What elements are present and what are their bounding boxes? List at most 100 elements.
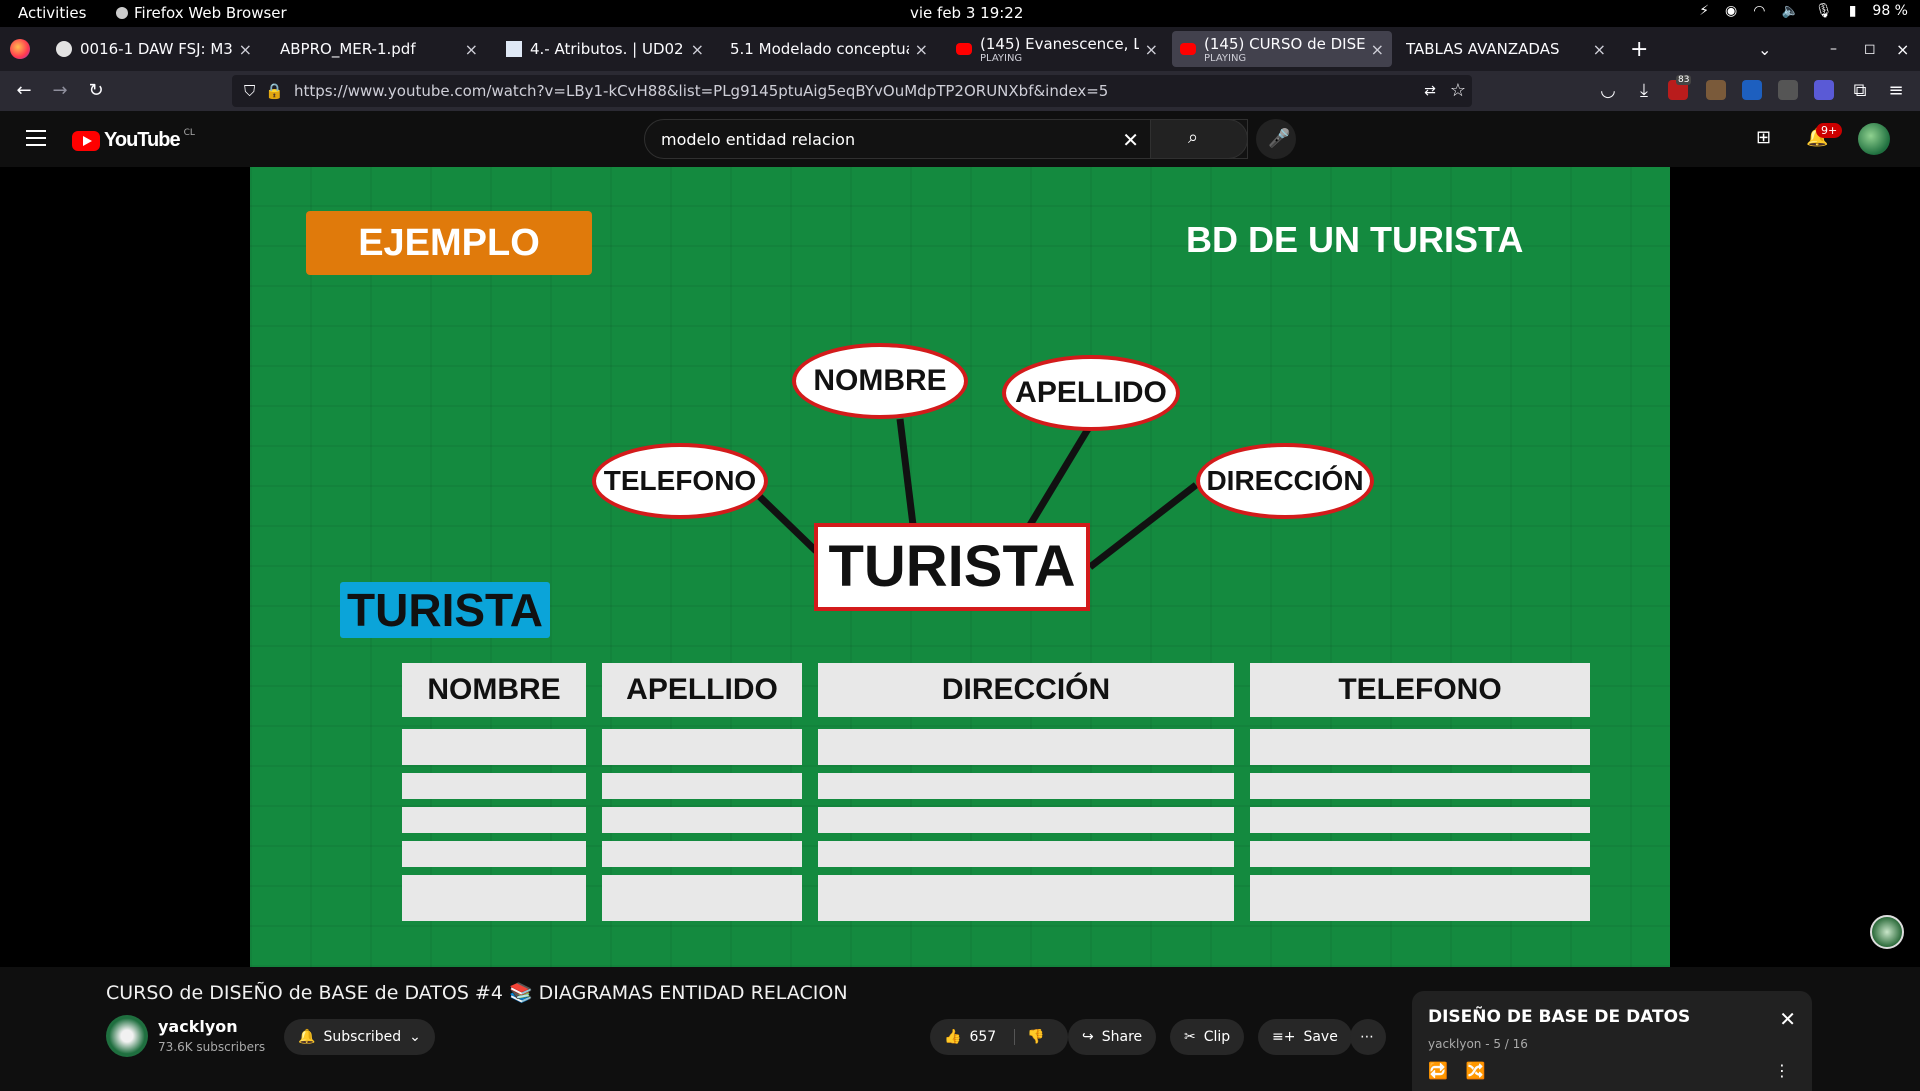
- table-cell: [602, 875, 802, 921]
- tab-label: ABPRO_MER-1.pdf: [280, 40, 416, 58]
- guide-menu-icon[interactable]: [26, 130, 46, 146]
- share-button[interactable]: ↪ Share: [1068, 1019, 1157, 1055]
- tab-modelado[interactable]: 5.1 Modelado conceptual de ×: [722, 31, 936, 67]
- voice-search-button[interactable]: 🎤: [1256, 119, 1296, 159]
- back-button[interactable]: ←: [12, 79, 36, 103]
- like-icon[interactable]: 👍: [944, 1029, 961, 1045]
- close-playlist-icon[interactable]: ✕: [1779, 1007, 1796, 1031]
- account-avatar[interactable]: [1858, 123, 1890, 155]
- dislike-icon[interactable]: 👎: [1014, 1029, 1045, 1045]
- video-player[interactable]: EJEMPLO BD DE UN TURISTA NOMBRE APELLIDO…: [0, 167, 1920, 967]
- youtube-logo[interactable]: YouTube CL: [72, 128, 195, 152]
- channel-name[interactable]: yacklyon: [158, 1017, 238, 1036]
- extension-icon[interactable]: [1706, 80, 1726, 100]
- extension-icon[interactable]: [1742, 80, 1762, 100]
- entity-turista: TURISTA: [814, 523, 1090, 611]
- close-icon[interactable]: ×: [1145, 40, 1158, 59]
- tab-label: TABLAS AVANZADAS: [1406, 40, 1560, 58]
- clock[interactable]: vie feb 3 19:22: [910, 4, 1023, 22]
- moodle-icon: [56, 41, 72, 57]
- channel-watermark[interactable]: [1870, 915, 1904, 949]
- new-tab-button[interactable]: +: [1622, 31, 1656, 67]
- table-cell: [1250, 729, 1590, 765]
- shuffle-icon[interactable]: 🔀: [1466, 1061, 1486, 1080]
- tab-curso-diseno[interactable]: (145) CURSO de DISEÑOPLAYING ×: [1172, 31, 1392, 67]
- table-header: TELEFONO: [1250, 663, 1590, 717]
- app-name: Firefox Web Browser: [134, 4, 287, 22]
- downloads-icon[interactable]: ⤓: [1632, 79, 1656, 103]
- maximize-button[interactable]: ◻: [1856, 31, 1884, 67]
- chevron-down-icon: ⌄: [409, 1029, 421, 1045]
- table-cell: [1250, 807, 1590, 833]
- close-icon[interactable]: ×: [915, 40, 928, 59]
- table-cell: [818, 875, 1234, 921]
- save-label: Save: [1303, 1029, 1338, 1045]
- table-cell: [818, 807, 1234, 833]
- subscriber-count: 73.6K subscribers: [158, 1040, 266, 1054]
- tab-tablas[interactable]: TABLAS AVANZADAS ×: [1398, 31, 1614, 67]
- shield-icon[interactable]: ⛉: [244, 82, 255, 100]
- tab-pdf[interactable]: ABPRO_MER-1.pdf ×: [272, 31, 486, 67]
- close-icon[interactable]: ×: [1371, 40, 1384, 59]
- lock-icon[interactable]: 🔒: [265, 82, 284, 100]
- playlist-title[interactable]: DISEÑO DE BASE DE DATOS: [1428, 1007, 1690, 1027]
- menu-icon[interactable]: ≡: [1884, 79, 1908, 103]
- list-tabs-icon[interactable]: ⌄: [1750, 31, 1779, 67]
- url-text[interactable]: https://www.youtube.com/watch?v=LBy1-kCv…: [294, 82, 1108, 100]
- save-button[interactable]: ≡+ Save: [1258, 1019, 1352, 1055]
- tab-label: (145) Evanescence, LinkinPLAYING: [980, 34, 1139, 64]
- url-bar[interactable]: ⛉ 🔒 https://www.youtube.com/watch?v=LBy1…: [232, 75, 1472, 107]
- system-top-bar: Activities Firefox Web Browser vie feb 3…: [0, 0, 1920, 27]
- logo-text: YouTube: [104, 129, 181, 151]
- bookmark-star-icon[interactable]: ☆: [1446, 79, 1470, 103]
- table-cell: [402, 841, 586, 867]
- reload-button[interactable]: ↻: [84, 79, 108, 103]
- youtube-icon: [956, 43, 972, 55]
- table-cell: [402, 875, 586, 921]
- close-icon[interactable]: ×: [465, 40, 478, 59]
- system-tray[interactable]: ⚡ ◉ ◠ 🔈 🎙 ▮ 98 %: [1699, 3, 1908, 19]
- more-actions-button[interactable]: ⋯: [1350, 1019, 1386, 1055]
- table-header: DIRECCIÓN: [818, 663, 1234, 717]
- tab-atributos[interactable]: 4.- Atributos. | UD02.- Inte ×: [498, 31, 712, 67]
- like-dislike-group: 👍 657 👎: [930, 1019, 1068, 1055]
- app-menu[interactable]: Firefox Web Browser: [116, 4, 287, 22]
- pocket-icon[interactable]: ◡: [1596, 79, 1620, 103]
- tab-evanescence[interactable]: (145) Evanescence, LinkinPLAYING ×: [948, 31, 1166, 67]
- discord-icon: ◉: [1725, 3, 1738, 19]
- video-frame[interactable]: EJEMPLO BD DE UN TURISTA NOMBRE APELLIDO…: [250, 167, 1670, 967]
- like-count[interactable]: 657: [969, 1029, 996, 1045]
- video-title: CURSO de DISEÑO de BASE de DATOS #4 📚 DI…: [106, 982, 848, 1004]
- share-icon: ↪: [1082, 1029, 1094, 1045]
- close-window-button[interactable]: ×: [1888, 31, 1917, 67]
- extension-icon[interactable]: [1778, 80, 1798, 100]
- extensions-puzzle-icon[interactable]: ⧉: [1848, 79, 1872, 103]
- translate-icon[interactable]: ⇄: [1418, 79, 1442, 103]
- close-icon[interactable]: ×: [1593, 40, 1606, 59]
- firefox-view-icon[interactable]: [10, 39, 30, 59]
- search-button[interactable]: ⌕: [1150, 119, 1248, 159]
- extension-icon[interactable]: [1814, 80, 1834, 100]
- connector-telefono: [755, 492, 819, 554]
- table-cell: [818, 773, 1234, 799]
- attribute-nombre: NOMBRE: [792, 343, 968, 419]
- playlist-menu-icon[interactable]: ⋮: [1774, 1061, 1790, 1080]
- playlist-subtitle: yacklyon - 5 / 16: [1428, 1037, 1528, 1051]
- volume-icon: 🔈: [1781, 3, 1799, 19]
- clip-button[interactable]: ✂ Clip: [1170, 1019, 1245, 1055]
- close-icon[interactable]: ×: [239, 40, 252, 59]
- create-video-icon[interactable]: ⊞: [1756, 127, 1771, 148]
- playlist-add-icon: ≡+: [1272, 1029, 1296, 1045]
- clear-search-icon[interactable]: ✕: [1122, 128, 1139, 152]
- channel-avatar[interactable]: [106, 1015, 148, 1057]
- loop-icon[interactable]: 🔁: [1428, 1061, 1448, 1080]
- tab-label: 0016-1 DAW FSJ: M3-ABP: [80, 40, 233, 58]
- forward-button[interactable]: →: [48, 79, 72, 103]
- subscribed-button[interactable]: 🔔 Subscribed ⌄: [284, 1019, 435, 1055]
- activities-button[interactable]: Activities: [18, 4, 86, 22]
- playlist-panel: DISEÑO DE BASE DE DATOS yacklyon - 5 / 1…: [1412, 991, 1812, 1091]
- battery-level: 98 %: [1872, 3, 1908, 19]
- tab-daw[interactable]: 0016-1 DAW FSJ: M3-ABP ×: [48, 31, 260, 67]
- close-icon[interactable]: ×: [691, 40, 704, 59]
- minimize-button[interactable]: –: [1822, 31, 1845, 67]
